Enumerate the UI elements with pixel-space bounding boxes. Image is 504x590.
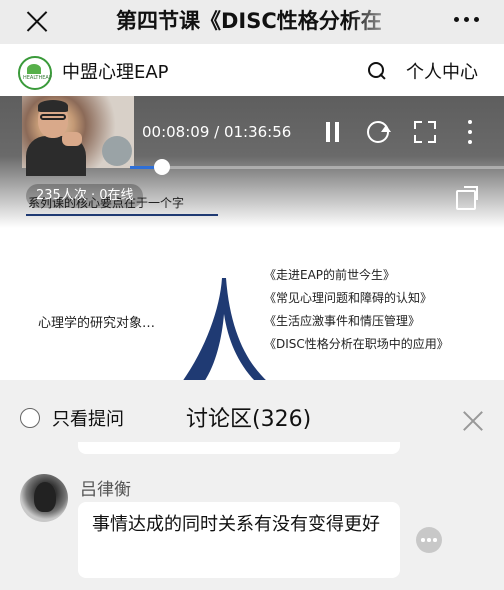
search-icon[interactable] (368, 62, 386, 80)
comment-bubble[interactable]: 事情达成的同时关系有没有变得更好 (78, 502, 400, 578)
avatar-figure (34, 482, 56, 512)
avatar[interactable] (20, 474, 68, 522)
title-fade (350, 0, 404, 44)
speaker-glasses (40, 114, 66, 120)
viewer-count-badge: 235人次 · 0在线 (26, 184, 144, 208)
player-more-icon[interactable] (466, 120, 474, 144)
caption-underline (26, 214, 218, 216)
course-list-item: 《常见心理问题和障碍的认知》 (264, 291, 433, 305)
progress-track[interactable] (130, 166, 504, 169)
previous-comment-bubble (78, 442, 400, 454)
close-panel-icon[interactable] (462, 410, 484, 432)
speaker-hair (38, 100, 68, 112)
course-list: 《走进EAP的前世今生》 《常见心理问题和障碍的认知》 《生活应激事件和情压管理… (264, 264, 449, 356)
more-options-icon[interactable] (452, 14, 482, 26)
title-bar: 第四节课《DISC性格分析在 (0, 0, 504, 44)
speaker-hand (62, 132, 82, 146)
slide-content: 心理学的研究对象… 《走进EAP的前世今生》 《常见心理问题和障碍的认知》 《生… (0, 228, 504, 382)
only-questions-radio[interactable] (20, 408, 40, 428)
course-list-item: 《走进EAP的前世今生》 (264, 268, 396, 282)
course-list-item: 《生活应激事件和情压管理》 (264, 314, 421, 328)
personal-center-link[interactable]: 个人中心 (406, 58, 478, 84)
logo-text: HEALTHEAP (23, 75, 52, 81)
comment-more-icon[interactable] (416, 527, 442, 553)
playback-time: 00:08:09 / 01:36:56 (142, 123, 292, 141)
only-questions-label[interactable]: 只看提问 (52, 405, 124, 431)
brand-name[interactable]: 中盟心理EAP (62, 58, 169, 84)
slide-left-text: 心理学的研究对象… (38, 316, 156, 331)
course-list-item: 《DISC性格分析在职场中的应用》 (264, 337, 449, 351)
background-decor (102, 136, 132, 166)
discussion-title: 讨论区(326) (186, 407, 312, 432)
pause-icon[interactable] (324, 122, 342, 142)
rotate-icon[interactable] (367, 121, 391, 143)
progress-knob[interactable] (154, 159, 170, 175)
speaker-video-thumbnail[interactable] (22, 96, 134, 176)
close-icon[interactable] (22, 6, 52, 36)
slide-character-ren (182, 278, 268, 382)
discussion-panel: 只看提问 讨论区(326) 吕律衡 事情达成的同时关系有没有变得更好 (0, 380, 504, 590)
share-icon[interactable] (456, 186, 478, 210)
brand-logo: HEALTHEAP (18, 56, 52, 90)
brand-bar: HEALTHEAP 中盟心理EAP 个人中心 (0, 44, 504, 96)
comment-username: 吕律衡 (80, 480, 131, 500)
fullscreen-icon[interactable] (414, 121, 436, 143)
